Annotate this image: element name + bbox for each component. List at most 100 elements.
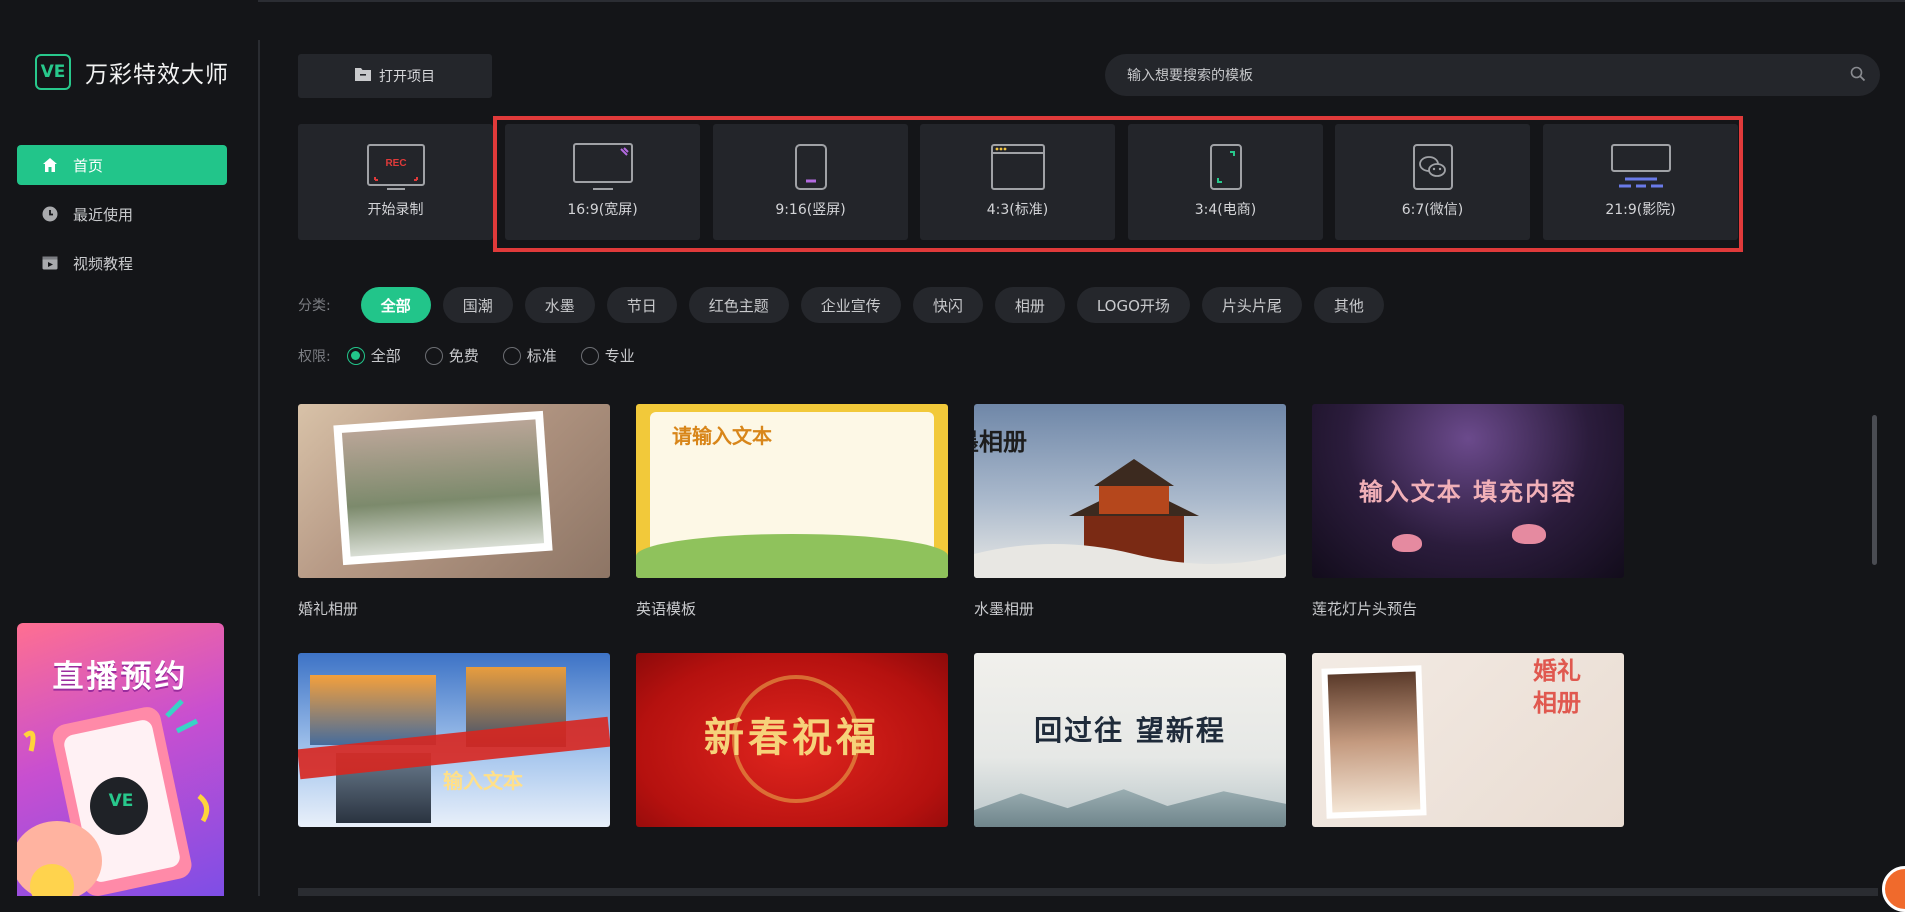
template-thumbnail — [298, 404, 610, 578]
category-chip-logo-intro[interactable]: LOGO开场 — [1076, 287, 1190, 323]
template-thumbnail: 请输入文本 — [636, 404, 948, 578]
template-overlay-text: 输入文本 填充内容 — [1358, 478, 1578, 506]
rec-icon: REC — [366, 144, 425, 190]
permission-filter: 权限: 全部 免费 标准 专业 — [298, 345, 659, 366]
template-overlay-text: 请输入文本 — [672, 424, 772, 448]
app-logo: VE 万彩特效大师 — [35, 54, 229, 90]
radio-dot — [580, 346, 599, 365]
ratio-label: 21:9(影院) — [1605, 202, 1676, 218]
ratio-6-7-button[interactable]: 6:7(微信) — [1335, 124, 1530, 240]
radio-label: 免费 — [448, 347, 479, 365]
radio-dot — [424, 346, 443, 365]
template-title: 婚礼相册 — [298, 600, 359, 618]
folder-icon — [355, 67, 371, 85]
ratio-21-9-button[interactable]: 21:9(影院) — [1543, 124, 1738, 240]
portrait-icon — [794, 144, 827, 190]
ecommerce-icon — [1209, 144, 1242, 190]
live-booking-banner[interactable]: 直播预约 VE — [17, 623, 224, 896]
template-title: 水墨相册 — [974, 600, 1035, 618]
category-chip-intro-outro[interactable]: 片头片尾 — [1201, 287, 1302, 323]
open-project-button[interactable]: 打开项目 — [298, 54, 492, 98]
category-chip-album[interactable]: 相册 — [994, 287, 1065, 323]
template-thumbnail: 水墨相册 — [974, 404, 1286, 578]
ratio-label: 6:7(微信) — [1401, 202, 1464, 218]
template-thumbnail: 输入文本 填充内容 — [1312, 404, 1624, 578]
vertical-scrollbar[interactable] — [1872, 415, 1877, 565]
category-chip-guochao[interactable]: 国潮 — [442, 287, 513, 323]
ratio-label: 16:9(宽屏) — [567, 202, 638, 218]
template-card[interactable]: 输入文本 填充内容 莲花灯片头预告 — [1312, 404, 1624, 618]
video-icon — [41, 254, 59, 272]
template-card[interactable]: 输入文本 — [298, 653, 610, 867]
category-chip-festival[interactable]: 节日 — [606, 287, 677, 323]
template-thumbnail: 婚礼相册 — [1312, 653, 1624, 827]
category-chip-corporate[interactable]: 企业宣传 — [800, 287, 901, 323]
category-filter: 分类: 全部 国潮 水墨 节日 红色主题 企业宣传 快闪 相册 LOGO开场 片… — [298, 287, 1396, 323]
template-title — [636, 847, 948, 867]
permission-label: 权限: — [298, 348, 331, 365]
sidebar-item-recent[interactable]: 最近使用 — [17, 194, 227, 234]
sidebar-item-label: 视频教程 — [73, 254, 134, 273]
clock-icon — [41, 205, 59, 223]
template-overlay-text: 输入文本 — [443, 769, 523, 793]
template-title — [974, 847, 1286, 867]
radio-label: 全部 — [370, 347, 401, 365]
category-chip-ink[interactable]: 水墨 — [524, 287, 595, 323]
template-card[interactable]: 婚礼相册 — [298, 404, 610, 618]
ratio-label: 开始录制 — [367, 202, 424, 218]
sidebar-item-label: 最近使用 — [73, 205, 134, 224]
ve-logo-icon: VE — [35, 54, 71, 90]
wechat-icon — [1412, 144, 1453, 190]
search-input[interactable] — [1125, 54, 1829, 98]
category-chip-flash[interactable]: 快闪 — [912, 287, 983, 323]
sidebar-item-home[interactable]: 首页 — [17, 145, 227, 185]
permission-radio-standard[interactable]: 标准 — [502, 345, 557, 366]
window-top-border — [0, 0, 1905, 2]
radio-label: 标准 — [526, 347, 557, 365]
open-project-label: 打开项目 — [379, 69, 435, 85]
category-label: 分类: — [298, 298, 331, 314]
permission-radio-pro[interactable]: 专业 — [580, 345, 635, 366]
permission-radio-all[interactable]: 全部 — [346, 345, 401, 366]
widescreen-icon — [572, 143, 633, 190]
template-thumbnail: 新春祝福 — [636, 653, 948, 827]
standard-window-icon — [990, 144, 1045, 190]
template-thumbnail: 输入文本 — [298, 653, 610, 827]
radio-dot — [502, 346, 521, 365]
search-bar — [1105, 54, 1880, 98]
ratio-label: 9:16(竖屏) — [775, 202, 846, 218]
template-title — [298, 847, 610, 867]
cinema-icon — [1610, 144, 1671, 188]
permission-radio-free[interactable]: 免费 — [424, 345, 479, 366]
sidebar-divider — [258, 40, 260, 896]
start-recording-button[interactable]: REC 开始录制 — [298, 124, 493, 240]
ratio-4-3-button[interactable]: 4:3(标准) — [920, 124, 1115, 240]
bottom-panel-edge — [298, 888, 1878, 896]
template-card[interactable]: 婚礼相册 — [1312, 653, 1624, 867]
template-card[interactable]: 回过往 望新程 — [974, 653, 1286, 867]
app-name: 万彩特效大师 — [85, 62, 229, 88]
search-icon[interactable] — [1850, 66, 1866, 86]
category-chip-other[interactable]: 其他 — [1313, 287, 1384, 323]
radio-label: 专业 — [604, 347, 635, 365]
promo-ve-badge: VE — [108, 791, 134, 811]
template-overlay-text: 水墨相册 — [974, 427, 1027, 456]
ratio-9-16-button[interactable]: 9:16(竖屏) — [713, 124, 908, 240]
category-chip-red-theme[interactable]: 红色主题 — [688, 287, 789, 323]
template-card[interactable]: 水墨相册 水墨相册 — [974, 404, 1286, 618]
ratio-3-4-button[interactable]: 3:4(电商) — [1128, 124, 1323, 240]
template-overlay-text: 婚礼相册 — [1533, 657, 1581, 717]
template-card[interactable]: 新春祝福 — [636, 653, 948, 867]
category-chip-all[interactable]: 全部 — [360, 287, 431, 323]
svg-text:REC: REC — [385, 158, 406, 169]
sidebar-item-tutorials[interactable]: 视频教程 — [17, 243, 227, 283]
sidebar-nav: 首页 最近使用 视频教程 — [17, 145, 227, 292]
ratio-label: 4:3(标准) — [986, 202, 1049, 218]
sidebar: VE 万彩特效大师 首页 最近使用 视频教程 直播预约 VE — [0, 0, 258, 896]
floating-help-badge[interactable] — [1882, 866, 1905, 912]
ratio-16-9-button[interactable]: 16:9(宽屏) — [505, 124, 700, 240]
sidebar-item-label: 首页 — [73, 156, 104, 175]
template-overlay-text: 新春祝福 — [704, 714, 880, 761]
template-card[interactable]: 请输入文本 英语模板 — [636, 404, 948, 618]
template-title: 英语模板 — [636, 600, 697, 618]
